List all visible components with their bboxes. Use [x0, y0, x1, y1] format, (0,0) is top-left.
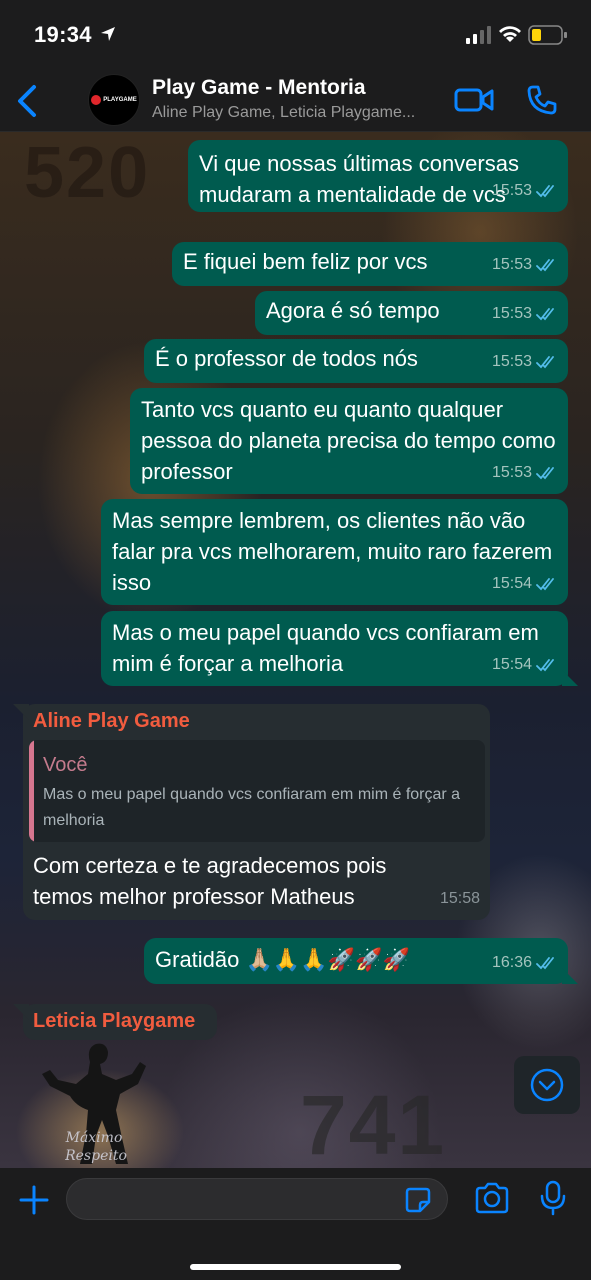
message-text: Gratidão 🙏🏼🙏🙏🚀🚀🚀	[155, 947, 410, 972]
video-call-icon[interactable]	[454, 86, 494, 114]
message-input[interactable]	[66, 1178, 448, 1220]
read-ticks-icon	[536, 258, 554, 271]
outgoing-message[interactable]: Agora é só tempo 15:53	[255, 291, 568, 335]
read-ticks-icon	[536, 956, 554, 969]
message-time: 15:53	[491, 182, 532, 199]
phone-call-icon[interactable]	[526, 84, 558, 116]
outgoing-message[interactable]: Mas sempre lembrem, os clientes não vão …	[101, 499, 568, 605]
message-meta: 16:36	[492, 947, 558, 978]
message-meta: 15:53	[492, 249, 558, 280]
message-time: 15:58	[439, 890, 480, 907]
chat-title[interactable]: Play Game - Mentoria	[152, 76, 366, 100]
read-ticks-icon	[536, 658, 554, 671]
quoted-message[interactable]: Você Mas o meu papel quando vcs confiara…	[29, 740, 485, 842]
attach-plus-icon[interactable]	[18, 1184, 50, 1216]
message-text: Vi que nossas últimas conversas mudaram …	[199, 151, 519, 207]
outgoing-message[interactable]: Gratidão 🙏🏼🙏🙏🚀🚀🚀 16:36	[144, 938, 568, 984]
status-time: 19:34	[34, 22, 92, 47]
incoming-sticker-header: Leticia Playgame	[23, 1004, 217, 1040]
message-meta: 15:53	[492, 457, 558, 488]
message-time: 15:53	[491, 353, 532, 370]
sticker-icon[interactable]	[404, 1186, 432, 1214]
message-meta: 15:53	[492, 298, 558, 329]
read-ticks-icon	[536, 307, 554, 320]
location-arrow-icon	[101, 27, 115, 41]
svg-text:Máximo: Máximo	[65, 1130, 123, 1146]
message-time: 16:36	[491, 954, 532, 971]
message-time: 15:53	[491, 305, 532, 322]
camera-icon[interactable]	[474, 1182, 510, 1214]
read-ticks-icon	[536, 466, 554, 479]
outgoing-message[interactable]: E fiquei bem feliz por vcs 15:53	[172, 242, 568, 286]
sender-name: Leticia Playgame	[33, 1010, 196, 1032]
sender-name: Aline Play Game	[33, 710, 190, 732]
status-bar: 19:34	[0, 0, 591, 70]
quote-author: Você	[43, 754, 88, 776]
message-meta: 15:58	[440, 883, 480, 914]
quote-text: Mas o meu papel quando vcs confiaram em …	[43, 786, 461, 829]
incoming-reply-message[interactable]: Aline Play Game Você Mas o meu papel qua…	[23, 704, 490, 920]
outgoing-message[interactable]: Vi que nossas últimas conversas mudaram …	[188, 140, 568, 212]
svg-text:Respeito: Respeito	[64, 1148, 127, 1164]
microphone-icon[interactable]	[540, 1180, 566, 1216]
respect-sticker[interactable]: Máximo Respeito	[36, 1040, 156, 1168]
scroll-to-bottom-button[interactable]	[514, 1056, 580, 1114]
wallpaper-number-top: 520	[24, 133, 151, 213]
battery-icon	[528, 25, 567, 45]
wallpaper-number-bottom: 741	[300, 1078, 447, 1168]
outgoing-message[interactable]: Mas o meu papel quando vcs confiaram em …	[101, 611, 568, 686]
chevron-down-icon	[530, 1068, 564, 1102]
chat-header: PLAYGAME Play Game - Mentoria Aline Play…	[0, 70, 591, 132]
read-ticks-icon	[536, 577, 554, 590]
message-input-bar	[0, 1168, 591, 1280]
chat-area[interactable]: 520 741 Vi que nossas últimas conversas …	[0, 132, 591, 1168]
message-time: 15:53	[491, 256, 532, 273]
read-ticks-icon	[536, 355, 554, 368]
outgoing-message[interactable]: É o professor de todos nós 15:53	[144, 339, 568, 383]
play-logo-icon	[91, 95, 102, 105]
message-meta: 15:54	[492, 568, 558, 599]
message-text: Agora é só tempo	[266, 298, 440, 323]
message-time: 15:54	[491, 575, 532, 592]
message-text: É o professor de todos nós	[155, 346, 418, 371]
message-meta: 15:54	[492, 649, 558, 680]
message-text: E fiquei bem feliz por vcs	[183, 249, 428, 274]
message-text: Mas o meu papel quando vcs confiaram em …	[112, 620, 539, 676]
cellular-signal-icon	[466, 26, 491, 44]
quote-bar	[29, 740, 34, 842]
message-time: 15:54	[491, 656, 532, 673]
chat-participants[interactable]: Aline Play Game, Leticia Playgame...	[152, 104, 415, 122]
wifi-icon	[499, 26, 521, 42]
playgame-logo: PLAYGAME	[91, 95, 137, 105]
message-text: Com certeza e te agradecemos pois temos …	[33, 853, 387, 909]
message-time: 15:53	[491, 464, 532, 481]
message-meta: 15:53	[492, 346, 558, 377]
avatar-logo-text: PLAYGAME	[103, 97, 137, 103]
back-chevron-icon[interactable]	[14, 84, 40, 118]
group-avatar[interactable]: PLAYGAME	[88, 74, 140, 126]
read-ticks-icon	[536, 184, 554, 197]
home-indicator	[190, 1264, 401, 1270]
message-meta: 15:53	[492, 175, 558, 206]
message-text: Mas sempre lembrem, os clientes não vão …	[112, 508, 553, 595]
outgoing-message[interactable]: Tanto vcs quanto eu quanto qualquer pess…	[130, 388, 568, 494]
